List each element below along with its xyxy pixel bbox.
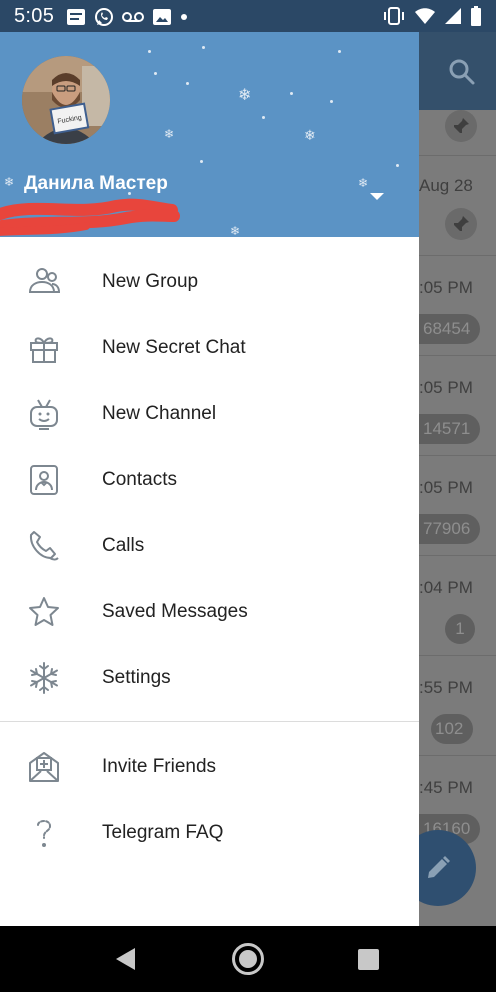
invite-envelope-icon	[29, 752, 59, 782]
menu-item-label: New Group	[102, 271, 199, 292]
battery-icon	[471, 6, 481, 26]
snowflake-decoration: ❄	[238, 87, 252, 104]
menu-item-label: New Channel	[102, 403, 217, 424]
snow-dot	[262, 116, 265, 119]
snow-dot	[338, 50, 341, 53]
snow-dot	[148, 50, 151, 53]
chat-time: Aug 28	[419, 176, 473, 195]
menu-item-new-channel[interactable]: New Channel	[0, 381, 419, 447]
home-icon[interactable]	[232, 943, 264, 975]
menu-item-saved-messages[interactable]: Saved Messages	[0, 579, 419, 645]
menu-item-contacts[interactable]: Contacts	[0, 447, 419, 513]
avatar[interactable]: Fucking	[22, 56, 110, 144]
menu-item-label: New Secret Chat	[102, 337, 246, 358]
back-icon[interactable]	[116, 948, 135, 970]
chat-row[interactable]: :05 PM 68454	[419, 256, 496, 356]
contacts-icon	[30, 465, 58, 495]
wifi-icon	[415, 8, 435, 24]
chat-time: :05 PM	[419, 378, 473, 397]
menu-item-label: Calls	[102, 535, 145, 556]
search-icon[interactable]	[446, 56, 478, 88]
pin-icon	[445, 110, 477, 142]
snowflake-decoration: ❄	[4, 175, 15, 189]
snowflake-decoration: ❄	[230, 224, 241, 237]
question-icon	[37, 820, 52, 847]
chat-time: :05 PM	[419, 278, 473, 297]
snow-dot	[290, 92, 293, 95]
unread-badge: 102	[431, 714, 474, 744]
menu-item-calls[interactable]: Calls	[0, 513, 419, 579]
snow-dot	[202, 46, 205, 49]
tv-icon	[30, 399, 58, 430]
image-icon	[153, 9, 171, 25]
phone-icon	[29, 531, 59, 561]
chat-row[interactable]: :05 PM 77906	[419, 456, 496, 556]
menu-divider	[0, 721, 419, 722]
gift-icon	[30, 337, 58, 363]
menu-item-new-group[interactable]: New Group	[0, 249, 419, 315]
unread-badge: 68454	[419, 314, 481, 344]
snowflake-decoration: ❄	[358, 176, 369, 190]
snow-dot	[330, 100, 333, 103]
account-dropdown-arrow[interactable]	[370, 193, 384, 200]
chat-time: :04 PM	[419, 578, 473, 597]
snow-dot	[396, 164, 399, 167]
signal-icon	[445, 8, 461, 24]
snow-dot	[200, 160, 203, 163]
whatsapp-icon	[95, 8, 113, 26]
unread-badge: 14571	[419, 414, 481, 444]
status-bar: 5:05	[0, 0, 496, 32]
menu-item-invite-friends[interactable]: Invite Friends	[0, 734, 419, 800]
snowflake-icon	[30, 662, 58, 694]
menu-item-label: Contacts	[102, 469, 177, 490]
menu-item-label: Telegram FAQ	[102, 822, 224, 843]
snowflake-decoration: ❄	[304, 127, 316, 143]
chat-row[interactable]: :04 PM 1	[419, 556, 496, 656]
menu-item-settings[interactable]: Settings	[0, 645, 419, 711]
snow-dot	[186, 82, 189, 85]
chat-list: Aug 28 :05 PM 68454 :05 PM 14571 :05 PM …	[419, 110, 496, 926]
snow-dot	[154, 72, 157, 75]
redaction-scribble	[0, 198, 180, 236]
notification-icon	[67, 9, 85, 25]
chat-time: :05 PM	[419, 478, 473, 497]
chat-time: :45 PM	[419, 778, 473, 797]
menu-item-label: Invite Friends	[102, 756, 217, 777]
recent-apps-icon[interactable]	[358, 949, 379, 970]
pencil-icon	[428, 856, 450, 878]
voicemail-icon	[122, 12, 144, 22]
unread-badge: 77906	[419, 514, 481, 544]
new-group-icon	[28, 268, 61, 293]
navigation-drawer: ❄ ❄ ❄ ❄ ❄ ❄ Fucking Данила Мастер New Gr…	[0, 32, 419, 926]
unread-badge: 1	[445, 614, 475, 644]
menu-item-new-secret-chat[interactable]: New Secret Chat	[0, 315, 419, 381]
menu-item-telegram-faq[interactable]: Telegram FAQ	[0, 800, 419, 866]
drawer-header: ❄ ❄ ❄ ❄ ❄ ❄ Fucking Данила Мастер	[0, 32, 419, 237]
status-time: 5:05	[14, 5, 55, 27]
menu-item-label: Saved Messages	[102, 601, 248, 622]
menu-item-label: Settings	[102, 667, 171, 688]
more-notifications-icon	[181, 14, 187, 20]
chat-time: :55 PM	[419, 678, 473, 697]
chat-row[interactable]: :05 PM 14571	[419, 356, 496, 456]
chat-row[interactable]: :55 PM 102	[419, 656, 496, 756]
chat-row[interactable]: Aug 28	[419, 156, 496, 256]
star-icon	[29, 597, 59, 626]
chat-row[interactable]	[419, 110, 496, 156]
snowflake-decoration: ❄	[164, 127, 175, 141]
pin-icon	[445, 208, 477, 240]
vibrate-icon	[384, 7, 404, 25]
system-nav-bar	[0, 926, 496, 992]
